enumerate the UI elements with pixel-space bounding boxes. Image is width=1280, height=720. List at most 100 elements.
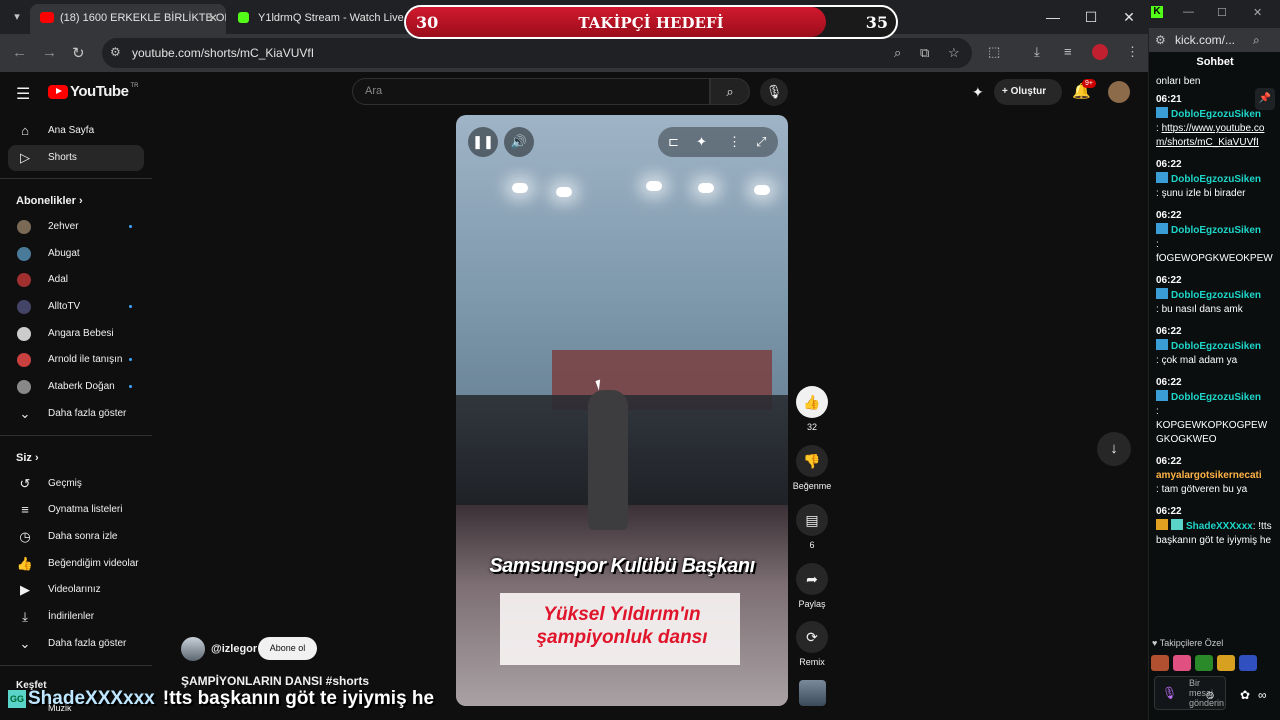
chat-username[interactable]: DobloEgzozuSiken — [1171, 341, 1261, 352]
notifications-button[interactable]: 🔔 9+ — [1072, 79, 1096, 100]
minimize-icon[interactable]: — — [1183, 6, 1194, 18]
sidebar-item-playlists[interactable]: ≡ Oynatma listeleri — [8, 497, 144, 523]
sidebar: ⌂ Ana Sayfa ▷ Shorts Abonelikler › 2ehve… — [0, 112, 152, 720]
sidebar-item-downloads[interactable]: ⤓ İndirilenler — [8, 604, 144, 630]
install-icon[interactable]: ⧉ — [920, 45, 929, 61]
chat-username[interactable]: DobloEgzozuSiken — [1171, 109, 1261, 120]
window-controls: — ☐ ✕ — [1034, 0, 1148, 34]
search-button[interactable]: ⌕ — [710, 78, 750, 105]
zoom-icon[interactable]: ⌕ — [894, 45, 901, 61]
sidebar-item-subscription[interactable]: Angara Bebesi — [8, 321, 144, 347]
close-window-icon[interactable]: ✕ — [1110, 0, 1148, 34]
emoji-icon[interactable]: ☺ — [1204, 688, 1216, 702]
share-button[interactable]: ➦ Paylaş — [792, 563, 832, 609]
bookmark-star-icon[interactable]: ☆ — [948, 45, 960, 61]
fullscreen-icon[interactable]: ⤢ — [756, 127, 766, 157]
sidebar-item-home[interactable]: ⌂ Ana Sayfa — [8, 118, 144, 144]
site-info-icon[interactable]: ⚙ — [110, 45, 126, 61]
channel-avatar[interactable] — [181, 637, 205, 661]
infinity-icon[interactable]: ∞ — [1258, 688, 1267, 702]
sidebar-item-your-videos[interactable]: ▶ Videolarınız — [8, 577, 144, 603]
voice-search-button[interactable]: 🎙 — [760, 78, 788, 106]
youtube-header: ☰ YouTube TR Ara ⌕ 🎙 ✦ + Oluştur 🔔 9+ — [0, 72, 1148, 112]
chat-username[interactable]: ShadeXXXxxx — [1186, 521, 1253, 532]
video-title[interactable]: ŞAMPİYONLARIN DANSI #shorts — [181, 674, 369, 688]
emote-picker-icon[interactable]: ✿ — [1240, 688, 1250, 702]
chat-username[interactable]: DobloEgzozuSiken — [1171, 290, 1261, 301]
subscriptions-header[interactable]: Abonelikler › — [16, 195, 83, 207]
reload-icon[interactable]: ↻ — [72, 44, 85, 62]
screen: ▾ (18) 1600 ERKEKLE BİRLİKTE OL ✕ Y1ldrm… — [0, 0, 1280, 720]
sidebar-item-subscription[interactable]: Arnold ile tanışın — [8, 347, 144, 373]
account-avatar[interactable] — [1108, 81, 1130, 103]
zoom-icon[interactable]: ⌕ — [1253, 33, 1260, 48]
tab-close-icon[interactable]: ✕ — [208, 4, 218, 32]
search-input[interactable]: Ara — [352, 78, 710, 105]
chat-username[interactable]: DobloEgzozuSiken — [1171, 174, 1261, 185]
back-icon[interactable]: ← — [12, 44, 27, 61]
chat-username[interactable]: amyalargotsikernecati — [1156, 470, 1262, 481]
browser-window: ▾ (18) 1600 ERKEKLE BİRLİKTE OL ✕ Y1ldrm… — [0, 0, 1148, 720]
sidebar-item-subscription[interactable]: AlltoTV — [8, 294, 144, 320]
emote-icon[interactable] — [1173, 655, 1191, 671]
maximize-icon[interactable]: ☐ — [1217, 6, 1227, 19]
sidebar-item-shorts[interactable]: ▷ Shorts — [8, 145, 144, 171]
chat-text: tam götveren bu ya — [1161, 484, 1248, 495]
sidebar-item-subscription[interactable]: Ataberk Doğan — [8, 374, 144, 400]
chat-username[interactable]: DobloEgzozuSiken — [1171, 392, 1261, 403]
pause-button[interactable]: ❚❚ — [468, 127, 498, 157]
emote-icon[interactable] — [1239, 655, 1257, 671]
comments-button[interactable]: ▤ 6 — [792, 504, 832, 550]
volume-icon: 🔊 — [510, 134, 528, 149]
sidebar-item-show-more[interactable]: ⌄ Daha fazla göster — [8, 631, 144, 657]
media-control-icon[interactable]: ≡ — [1064, 44, 1072, 59]
sidebar-item-label: Daha fazla göster — [48, 638, 127, 649]
kick-url-text[interactable]: kick.com/... — [1175, 33, 1235, 47]
tab-search-dropdown[interactable]: ▾ — [8, 8, 26, 26]
sidebar-item-subscription[interactable]: Adal — [8, 267, 144, 293]
tools-icon[interactable]: ✦ — [696, 127, 707, 157]
chat-username[interactable]: DobloEgzozuSiken — [1171, 225, 1261, 236]
chat-link[interactable]: https://www.youtube.com/shorts/mC_KiaVUV… — [1156, 123, 1264, 148]
sound-thumbnail[interactable] — [799, 680, 826, 706]
create-button[interactable]: + Oluştur — [994, 79, 1062, 105]
profile-avatar-icon[interactable] — [1092, 44, 1108, 60]
sidebar-item-liked[interactable]: 👍 Beğendiğim videolar — [8, 551, 144, 577]
mic-icon[interactable]: 🎙 — [1162, 686, 1177, 700]
emote-icon[interactable] — [1151, 655, 1169, 671]
captions-icon[interactable]: ⊏ — [668, 127, 679, 157]
emote-icon[interactable] — [1195, 655, 1213, 671]
you-header[interactable]: Siz › — [16, 452, 39, 464]
sidebar-item-watch-later[interactable]: ◷ Daha sonra izle — [8, 524, 144, 550]
hamburger-menu-icon[interactable]: ☰ — [16, 84, 30, 104]
close-window-icon[interactable]: ✕ — [1253, 6, 1262, 19]
sidebar-item-subscription[interactable]: 2ehver — [8, 214, 144, 240]
site-info-icon[interactable]: ⚙ — [1155, 33, 1166, 47]
more-options-icon[interactable]: ⋮ — [728, 127, 741, 157]
shorts-video-player[interactable]: ❚❚ 🔊 ⊏ ✦ ⋮ ⤢ Samsunspor Kulübü Başkanı Y… — [456, 115, 788, 706]
sidebar-item-history[interactable]: ↺ Geçmiş — [8, 471, 144, 497]
dislike-button[interactable]: 👎 Beğenme — [792, 445, 832, 491]
kick-address-bar[interactable]: ⚙ kick.com/... ⌕ — [1149, 28, 1280, 52]
youtube-logo[interactable]: YouTube TR — [48, 83, 138, 100]
subscribe-button[interactable]: Abone ol — [258, 637, 317, 660]
tab-kick[interactable]: Y1ldrmQ Stream - Watch Live o — [228, 4, 404, 34]
volume-button[interactable]: 🔊 — [504, 127, 534, 157]
downloads-icon[interactable]: ⤓ — [1034, 44, 1040, 60]
maximize-icon[interactable]: ☐ — [1072, 0, 1110, 34]
tab-youtube[interactable]: (18) 1600 ERKEKLE BİRLİKTE OL ✕ — [30, 4, 226, 34]
remix-button[interactable]: ⟳ Remix — [792, 621, 832, 667]
like-button[interactable]: 👍 32 — [792, 386, 832, 432]
next-short-button[interactable]: ↓ — [1097, 432, 1131, 466]
url-text[interactable]: youtube.com/shorts/mC_KiaVUVfI — [132, 46, 314, 60]
address-bar[interactable]: ⚙ youtube.com/shorts/mC_KiaVUVfI ⌕ ⧉ ☆ — [102, 38, 972, 68]
channel-name[interactable]: @izlegor — [211, 643, 257, 655]
forward-icon[interactable]: → — [42, 44, 57, 61]
emote-icon[interactable] — [1217, 655, 1235, 671]
extensions-icon[interactable]: ⬚ — [988, 44, 1000, 60]
sidebar-item-show-more[interactable]: ⌄ Daha fazla göster — [8, 401, 144, 427]
sidebar-item-subscription[interactable]: Abugat — [8, 241, 144, 267]
shorts-create-icon[interactable]: ✦ — [972, 84, 984, 101]
minimize-icon[interactable]: — — [1034, 0, 1072, 34]
menu-kebab-icon[interactable]: ⋮ — [1126, 44, 1139, 60]
